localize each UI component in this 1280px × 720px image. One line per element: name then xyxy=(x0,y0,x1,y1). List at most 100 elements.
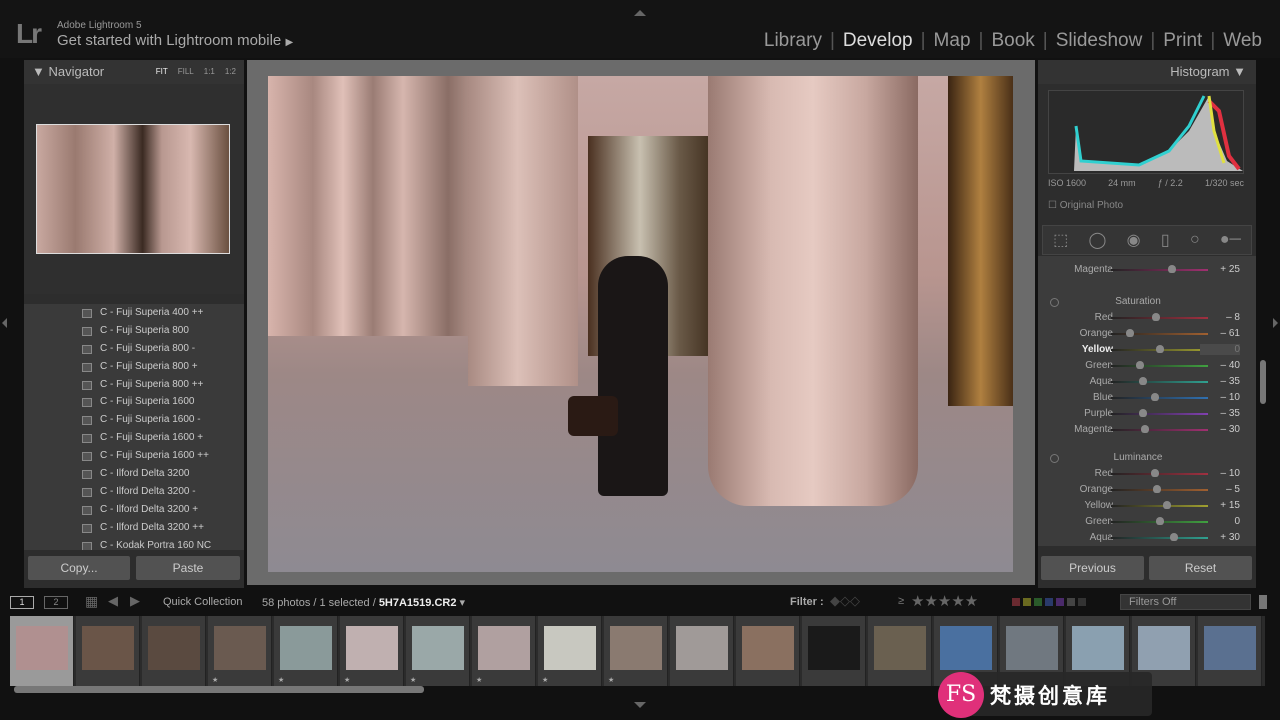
slider-thumb[interactable] xyxy=(1155,517,1164,525)
flag-filter-icons[interactable]: ◆◇◇ xyxy=(830,593,860,609)
module-map[interactable]: Map xyxy=(926,30,979,52)
filter-lock-icon[interactable] xyxy=(1259,595,1267,609)
preset-item[interactable]: C - Ilford Delta 3200 ++ xyxy=(24,519,244,537)
rating-operator[interactable]: ≥ xyxy=(898,595,904,607)
filmstrip-thumbnail[interactable] xyxy=(1198,616,1262,686)
preset-item[interactable]: C - Fuji Superia 1600 + xyxy=(24,429,244,447)
slider-track[interactable] xyxy=(1111,313,1208,321)
preset-item[interactable]: C - Kodak Portra 160 NC xyxy=(24,537,244,550)
preset-item[interactable]: C - Fuji Superia 800 ++ xyxy=(24,376,244,394)
slider-thumb[interactable] xyxy=(1151,313,1160,321)
filmstrip-thumbnail[interactable]: ★ xyxy=(604,616,668,686)
slider-value[interactable]: – 5 xyxy=(1200,484,1240,495)
crop-tool-icon[interactable]: ⬚ xyxy=(1053,230,1068,250)
slider-track[interactable] xyxy=(1111,345,1208,353)
red-eye-icon[interactable]: ◉ xyxy=(1127,230,1141,250)
collapse-bottom-icon[interactable] xyxy=(634,702,646,708)
navigator-header[interactable]: ▼ Navigator FIT FILL 1:1 1:2 xyxy=(24,60,244,84)
slider-thumb[interactable] xyxy=(1136,361,1145,369)
filmstrip-thumbnail[interactable] xyxy=(142,616,206,686)
slider-value[interactable]: + 30 xyxy=(1200,532,1240,543)
slider-thumb[interactable] xyxy=(1138,377,1147,385)
filmstrip-thumbnail[interactable]: ★ xyxy=(340,616,404,686)
module-slideshow[interactable]: Slideshow xyxy=(1048,30,1151,52)
copy-button[interactable]: Copy... xyxy=(28,556,130,580)
slider-track[interactable] xyxy=(1111,517,1208,525)
slider-value[interactable]: + 25 xyxy=(1200,264,1240,275)
filmstrip-thumbnail[interactable] xyxy=(670,616,734,686)
slider-thumb[interactable] xyxy=(1170,533,1179,541)
slider-track[interactable] xyxy=(1111,265,1208,273)
slider-track[interactable] xyxy=(1111,409,1208,417)
graduated-filter-icon[interactable]: ▯ xyxy=(1161,230,1170,250)
slider-thumb[interactable] xyxy=(1155,345,1164,353)
back-arrow-icon[interactable]: ◀ xyxy=(108,593,118,609)
filmstrip-thumbnail[interactable]: ★ xyxy=(472,616,536,686)
grid-icon[interactable]: ▦ xyxy=(85,593,98,610)
radial-filter-icon[interactable]: ○ xyxy=(1190,231,1200,249)
slider-track[interactable] xyxy=(1111,501,1208,509)
preset-item[interactable]: C - Ilford Delta 3200 - xyxy=(24,483,244,501)
slider-track[interactable] xyxy=(1111,393,1208,401)
module-web[interactable]: Web xyxy=(1215,30,1270,52)
slider-value[interactable]: – 10 xyxy=(1200,392,1240,403)
main-window-button[interactable]: 1 xyxy=(10,596,34,609)
module-develop[interactable]: Develop xyxy=(835,30,921,52)
navigator-thumbnail[interactable] xyxy=(36,124,230,254)
slider-thumb[interactable] xyxy=(1150,469,1159,477)
slider-value[interactable]: – 10 xyxy=(1200,468,1240,479)
module-library[interactable]: Library xyxy=(756,30,830,52)
reset-button[interactable]: Reset xyxy=(1149,556,1252,580)
zoom-fill[interactable]: FILL xyxy=(178,60,194,84)
histogram-chart[interactable] xyxy=(1048,90,1244,174)
slider-track[interactable] xyxy=(1111,361,1208,369)
preset-item[interactable]: C - Fuji Superia 800 xyxy=(24,322,244,340)
preset-item[interactable]: C - Fuji Superia 1600 xyxy=(24,393,244,411)
navigator-preview[interactable] xyxy=(24,84,244,294)
slider-value[interactable]: – 8 xyxy=(1200,312,1240,323)
preset-item[interactable]: C - Ilford Delta 3200 xyxy=(24,465,244,483)
zoom-1-2[interactable]: 1:2 xyxy=(225,60,236,84)
forward-arrow-icon[interactable]: ▶ xyxy=(130,593,140,609)
photo-count[interactable]: 58 photos / 1 selected / 5H7A1519.CR2 ▾ xyxy=(262,596,465,609)
slider-value[interactable]: – 35 xyxy=(1200,376,1240,387)
preset-item[interactable]: C - Ilford Delta 3200 + xyxy=(24,501,244,519)
filmstrip-thumbnail[interactable] xyxy=(868,616,932,686)
zoom-1-1[interactable]: 1:1 xyxy=(204,60,215,84)
filmstrip-scrollbar[interactable] xyxy=(14,686,424,693)
slider-thumb[interactable] xyxy=(1162,501,1171,509)
slider-track[interactable] xyxy=(1111,329,1208,337)
preset-item[interactable]: C - Fuji Superia 400 ++ xyxy=(24,304,244,322)
slider-track[interactable] xyxy=(1111,533,1208,541)
slider-value[interactable]: – 35 xyxy=(1200,408,1240,419)
slider-thumb[interactable] xyxy=(1138,409,1147,417)
preset-item[interactable]: C - Fuji Superia 1600 - xyxy=(24,411,244,429)
slider-value[interactable]: + 15 xyxy=(1200,500,1240,511)
slider-thumb[interactable] xyxy=(1150,393,1159,401)
preset-item[interactable]: C - Fuji Superia 1600 ++ xyxy=(24,447,244,465)
slider-thumb[interactable] xyxy=(1167,265,1176,273)
collapse-left-icon[interactable] xyxy=(2,318,7,328)
module-print[interactable]: Print xyxy=(1155,30,1210,52)
main-photo[interactable] xyxy=(268,76,1013,572)
filmstrip-thumbnail[interactable]: ★ xyxy=(406,616,470,686)
filmstrip-thumbnail[interactable] xyxy=(10,616,74,686)
slider-thumb[interactable] xyxy=(1140,425,1149,433)
preset-item[interactable]: C - Fuji Superia 800 + xyxy=(24,358,244,376)
slider-track[interactable] xyxy=(1111,485,1208,493)
collapse-right-icon[interactable] xyxy=(1273,318,1278,328)
slider-value[interactable]: – 40 xyxy=(1200,360,1240,371)
slider-track[interactable] xyxy=(1111,425,1208,433)
mobile-promo-link[interactable]: Get started with Lightroom mobile ▶ xyxy=(57,32,293,49)
target-adjust-icon[interactable] xyxy=(1050,298,1059,307)
color-label-filter[interactable] xyxy=(1012,598,1086,606)
slider-track[interactable] xyxy=(1111,377,1208,385)
slider-thumb[interactable] xyxy=(1153,485,1162,493)
filmstrip-thumbnail[interactable]: ★ xyxy=(208,616,272,686)
source-label[interactable]: Quick Collection xyxy=(163,596,242,608)
zoom-fit[interactable]: FIT xyxy=(156,60,168,84)
filmstrip-thumbnail[interactable] xyxy=(736,616,800,686)
histogram-header[interactable]: Histogram ▼ xyxy=(1038,60,1256,84)
target-adjust-icon[interactable] xyxy=(1050,454,1059,463)
filter-preset-select[interactable]: Filters Off xyxy=(1120,594,1251,610)
